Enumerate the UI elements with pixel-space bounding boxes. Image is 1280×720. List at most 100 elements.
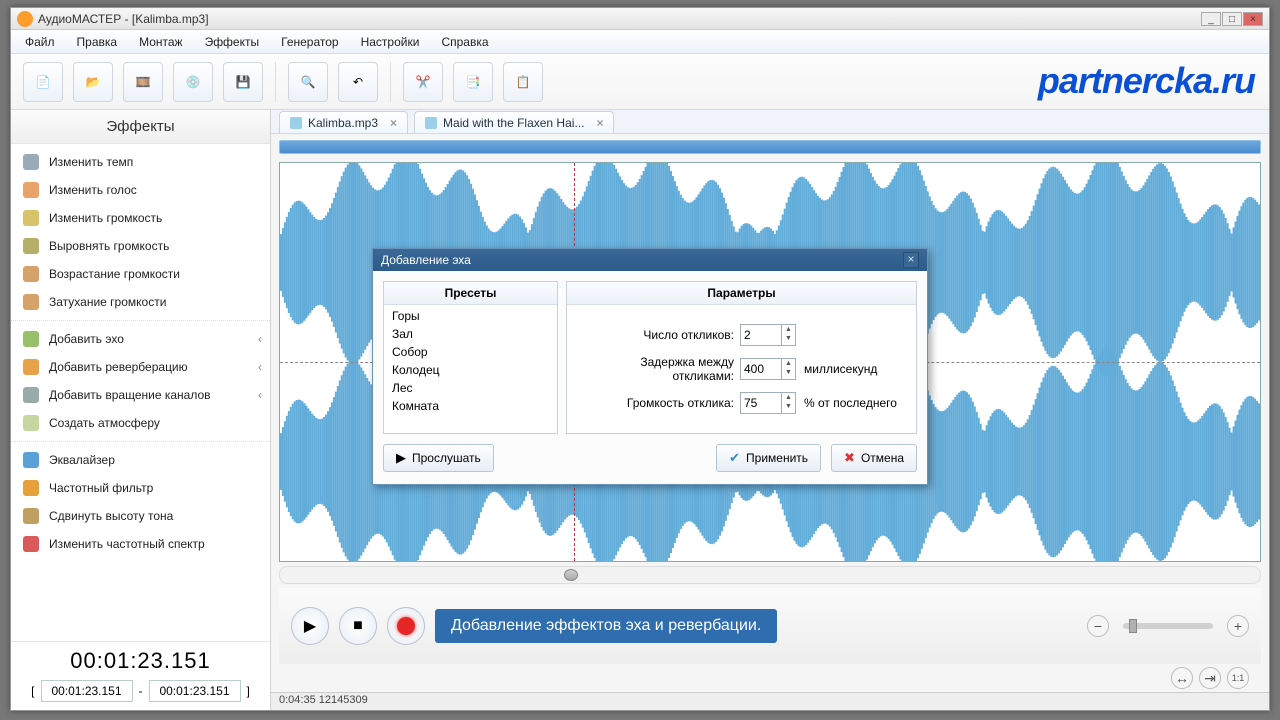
- effect-freq-spectrum[interactable]: Изменить частотный спектр: [11, 530, 270, 558]
- dialog-title: Добавление эха: [381, 253, 471, 267]
- echo-dialog: Добавление эха × Пресеты Горы Зал Собор …: [372, 248, 928, 485]
- menu-montage[interactable]: Монтаж: [133, 33, 189, 51]
- spinner-arrows[interactable]: ▲▼: [781, 325, 795, 345]
- zoom-slider[interactable]: [1123, 623, 1213, 629]
- audio-file-icon: [425, 117, 437, 129]
- zoom-11-button[interactable]: 1:1: [1227, 667, 1249, 689]
- effect-equalizer[interactable]: Эквалайзер: [11, 441, 270, 474]
- stop-button[interactable]: ■: [339, 607, 377, 645]
- close-tab-icon[interactable]: ×: [596, 116, 603, 130]
- copy-button[interactable]: 📑: [453, 62, 493, 102]
- timecode-panel: 00:01:23.151 [ - ]: [11, 641, 270, 710]
- effect-fade-out[interactable]: Затухание громкости: [11, 288, 270, 316]
- bracket-left: [: [31, 684, 34, 698]
- paste-button[interactable]: 📋: [503, 62, 543, 102]
- delay-unit: миллисекунд: [804, 362, 904, 376]
- echo-count-label: Число откликов:: [579, 328, 734, 342]
- menu-generator[interactable]: Генератор: [275, 33, 344, 51]
- effect-change-tempo[interactable]: Изменить темп: [11, 148, 270, 176]
- presets-header: Пресеты: [384, 282, 557, 305]
- echo-delay-input[interactable]: [741, 359, 781, 379]
- close-button[interactable]: ×: [1243, 12, 1263, 26]
- cross-icon: ✖: [844, 450, 855, 466]
- sidebar-title: Эффекты: [11, 110, 270, 144]
- preset-item[interactable]: Колодец: [386, 361, 555, 379]
- echo-volume-label: Громкость отклика:: [579, 396, 734, 410]
- help-tooltip: Добавление эффектов эха и ревербации.: [435, 609, 777, 643]
- echo-delay-label: Задержка между откликами:: [579, 355, 734, 383]
- menu-file[interactable]: Файл: [19, 33, 61, 51]
- audio-file-icon: [290, 117, 302, 129]
- zoom-in-button[interactable]: +: [1227, 615, 1249, 637]
- import-video-button[interactable]: 🎞️: [123, 62, 163, 102]
- dialog-title-bar[interactable]: Добавление эха ×: [373, 249, 927, 271]
- check-icon: ✔: [729, 450, 740, 466]
- open-file-button[interactable]: 📂: [73, 62, 113, 102]
- apply-button[interactable]: ✔Применить: [716, 444, 821, 472]
- preview-button[interactable]: ▶Прослушать: [383, 444, 494, 472]
- effect-atmosphere[interactable]: Создать атмосферу: [11, 409, 270, 437]
- horizontal-scroll[interactable]: [279, 566, 1261, 584]
- preset-item[interactable]: Горы: [386, 307, 555, 325]
- params-header: Параметры: [567, 282, 916, 305]
- menu-help[interactable]: Справка: [435, 33, 494, 51]
- maximize-button[interactable]: □: [1222, 12, 1242, 26]
- effect-add-echo[interactable]: Добавить эхо‹: [11, 320, 270, 353]
- zoom-out-button[interactable]: −: [1087, 615, 1109, 637]
- preset-item[interactable]: Комната: [386, 397, 555, 415]
- cut-button[interactable]: ✂️: [403, 62, 443, 102]
- params-panel: Параметры Число откликов: ▲▼ Задержка ме…: [566, 281, 917, 434]
- volume-unit: % от последнего: [804, 396, 904, 410]
- current-time: 00:01:23.151: [21, 646, 260, 680]
- track-overview[interactable]: [279, 140, 1261, 154]
- preset-item[interactable]: Зал: [386, 325, 555, 343]
- undo-button[interactable]: ↶: [338, 62, 378, 102]
- echo-count-input[interactable]: [741, 325, 781, 345]
- scroll-thumb[interactable]: [564, 569, 578, 581]
- selection-start-input[interactable]: [41, 680, 133, 702]
- selection-end-input[interactable]: [149, 680, 241, 702]
- chevron-left-icon: ‹: [258, 332, 262, 346]
- search-button[interactable]: 🔍: [288, 62, 328, 102]
- effect-add-reverb[interactable]: Добавить реверберацию‹: [11, 353, 270, 381]
- skip-fwd-button[interactable]: ⇥: [1199, 667, 1221, 689]
- save-button[interactable]: 💾: [223, 62, 263, 102]
- tab-kalimba[interactable]: Kalimba.mp3×: [279, 111, 408, 133]
- app-window: АудиоМАСТЕР - [Kalimba.mp3] _ □ × Файл П…: [10, 7, 1270, 711]
- window-title: АудиоМАСТЕР - [Kalimba.mp3]: [38, 12, 209, 26]
- import-cd-button[interactable]: 💿: [173, 62, 213, 102]
- effect-change-voice[interactable]: Изменить голос: [11, 176, 270, 204]
- spinner-arrows[interactable]: ▲▼: [781, 359, 795, 379]
- cancel-button[interactable]: ✖Отмена: [831, 444, 917, 472]
- effect-change-volume[interactable]: Изменить громкость: [11, 204, 270, 232]
- record-button[interactable]: [387, 607, 425, 645]
- presets-panel: Пресеты Горы Зал Собор Колодец Лес Комна…: [383, 281, 558, 434]
- effect-normalize-volume[interactable]: Выровнять громкость: [11, 232, 270, 260]
- echo-volume-input[interactable]: [741, 393, 781, 413]
- tab-maid[interactable]: Maid with the Flaxen Hai...×: [414, 111, 614, 133]
- effect-freq-filter[interactable]: Частотный фильтр: [11, 474, 270, 502]
- toolbar: 📄 📂 🎞️ 💿 💾 🔍 ↶ ✂️ 📑 📋 partnercka.ru: [11, 54, 1269, 110]
- chevron-left-icon: ‹: [258, 360, 262, 374]
- play-button[interactable]: ▶: [291, 607, 329, 645]
- menu-edit[interactable]: Правка: [71, 33, 124, 51]
- bracket-right: ]: [247, 684, 250, 698]
- transport-bar: ▶ ■ Добавление эффектов эха и ревербации…: [279, 588, 1261, 664]
- app-icon: [17, 11, 33, 27]
- brand-label: partnercka.ru: [1038, 60, 1255, 102]
- effect-pitch-shift[interactable]: Сдвинуть высоту тона: [11, 502, 270, 530]
- dialog-close-button[interactable]: ×: [903, 252, 919, 268]
- close-tab-icon[interactable]: ×: [390, 116, 397, 130]
- spinner-arrows[interactable]: ▲▼: [781, 393, 795, 413]
- status-bar: 0:04:35 12145309: [271, 692, 1269, 710]
- preset-item[interactable]: Собор: [386, 343, 555, 361]
- menu-bar: Файл Правка Монтаж Эффекты Генератор Нас…: [11, 30, 1269, 54]
- minimize-button[interactable]: _: [1201, 12, 1221, 26]
- preset-item[interactable]: Лес: [386, 379, 555, 397]
- effect-fade-in[interactable]: Возрастание громкости: [11, 260, 270, 288]
- menu-settings[interactable]: Настройки: [355, 33, 426, 51]
- menu-effects[interactable]: Эффекты: [199, 33, 266, 51]
- skip-back-button[interactable]: ↔: [1171, 667, 1193, 689]
- effect-rotate-channels[interactable]: Добавить вращение каналов‹: [11, 381, 270, 409]
- new-file-button[interactable]: 📄: [23, 62, 63, 102]
